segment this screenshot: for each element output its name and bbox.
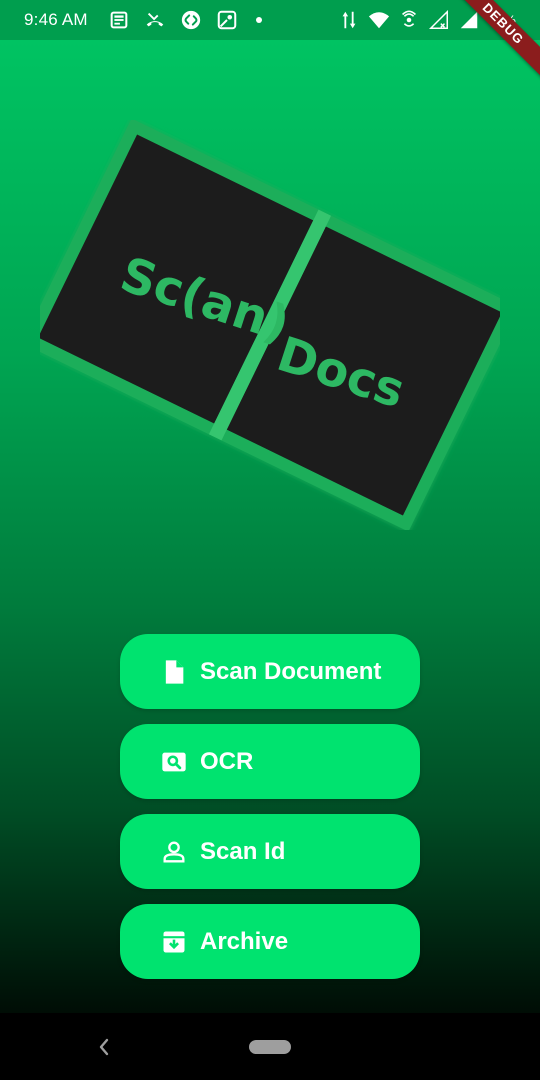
scan-document-button[interactable]: Scan Document [120, 634, 420, 709]
notification-icons [108, 9, 262, 31]
archive-icon [160, 928, 188, 956]
maps-icon [216, 9, 238, 31]
status-time: 9:46 AM [24, 10, 88, 29]
hotspot-icon [398, 9, 420, 31]
ocr-label: OCR [200, 747, 254, 775]
news-icon [108, 9, 130, 31]
data-arrows-icon [338, 9, 360, 31]
navigation-bar [0, 1013, 540, 1080]
archive-label: Archive [200, 927, 289, 955]
person-icon [160, 838, 188, 866]
archive-button[interactable]: Archive [120, 904, 420, 979]
scan-id-label: Scan Id [200, 837, 286, 865]
image-search-icon [160, 748, 188, 776]
dot-icon [255, 17, 262, 23]
missed-call-icon [144, 9, 166, 31]
wifi-icon [368, 9, 390, 31]
scan-document-label: Scan Document [200, 657, 382, 685]
ocr-button[interactable]: OCR [120, 724, 420, 799]
status-bar: 9:46 AM [0, 0, 540, 40]
document-icon [160, 658, 188, 686]
home-pill-icon[interactable] [249, 1040, 291, 1054]
app-logo: Sc(an) Docs [40, 120, 500, 530]
signal-off-icon [428, 9, 450, 31]
app-screen: 9:46 AM DEBUG Sc(an) Docs Scan Document … [0, 0, 540, 1013]
back-chevron-icon[interactable] [92, 1033, 116, 1061]
shazam-icon [180, 9, 202, 31]
scan-id-button[interactable]: Scan Id [120, 814, 420, 889]
